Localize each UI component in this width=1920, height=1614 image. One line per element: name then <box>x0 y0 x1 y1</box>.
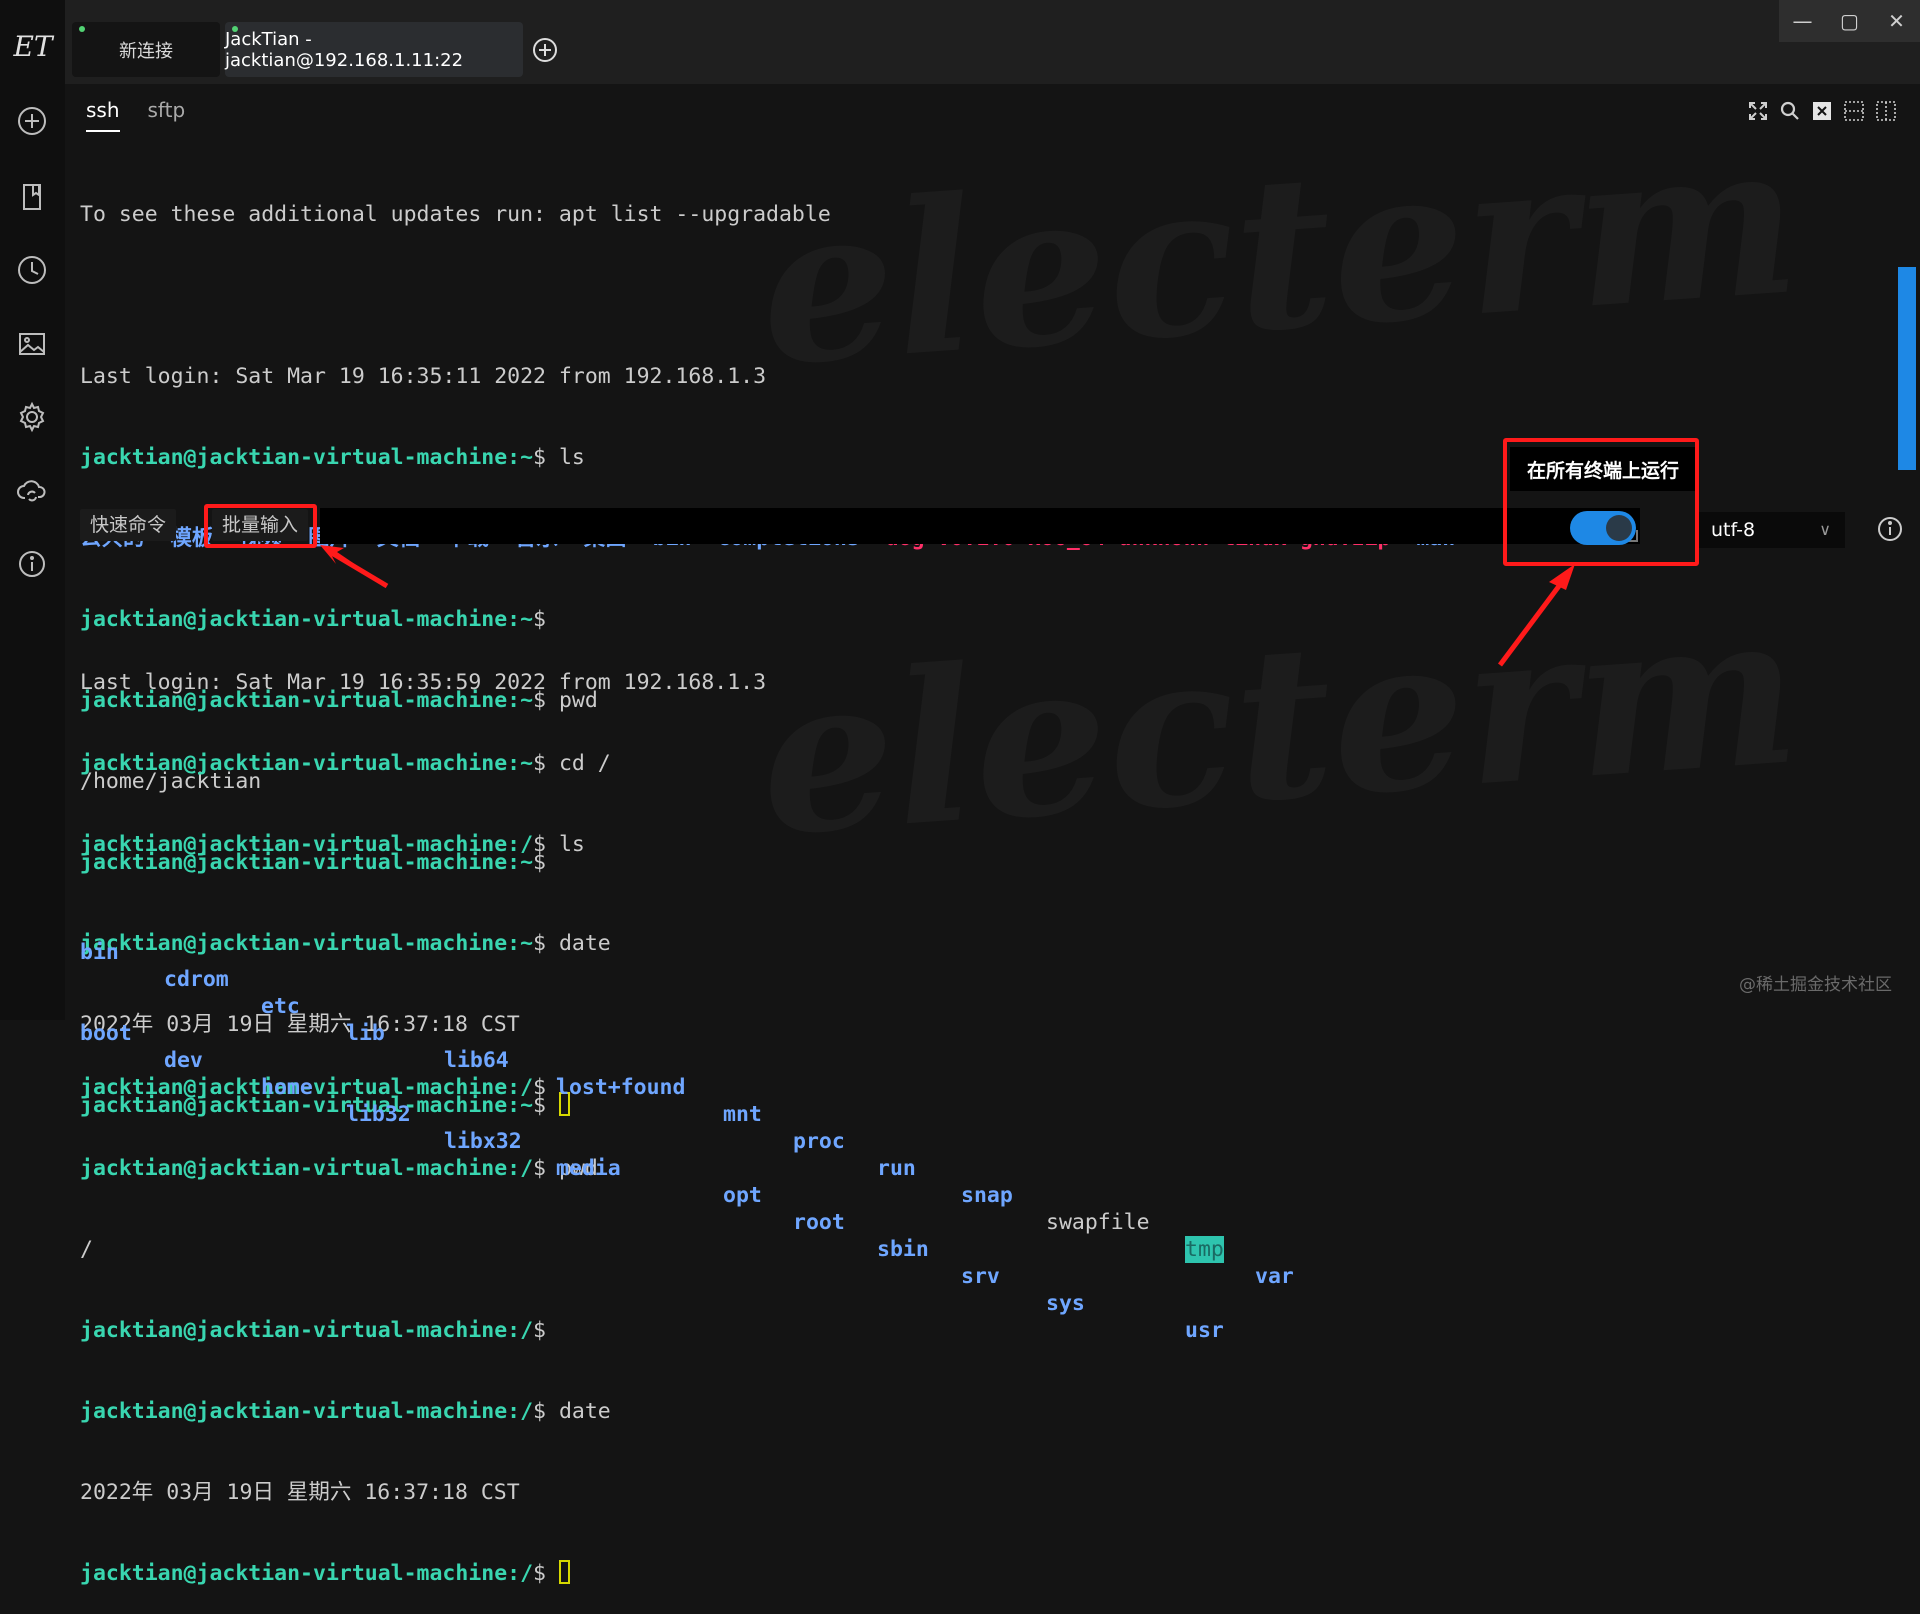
status-dot <box>232 26 238 32</box>
encoding-select[interactable]: utf-8 ∨ <box>1697 512 1845 548</box>
command: cd / <box>546 751 611 776</box>
terminal-line: Last login: Sat Mar 19 16:35:11 2022 fro… <box>80 364 767 389</box>
ls-output: tmp <box>1185 1236 1224 1263</box>
ls-output: media <box>556 1156 621 1181</box>
background-image-button[interactable] <box>12 324 52 364</box>
prompt: jacktian@jacktian-virtual-machine:~ <box>80 445 534 470</box>
ls-output: lib <box>346 1021 385 1046</box>
search-icon[interactable] <box>1779 100 1800 121</box>
ls-output: opt <box>723 1183 762 1208</box>
gear-icon <box>19 401 45 433</box>
command: date <box>546 1399 611 1424</box>
prompt-symbol: $ <box>533 751 546 776</box>
book-icon <box>23 184 41 210</box>
annotation-box-toggle <box>1503 438 1699 566</box>
ls-output: libx32 <box>444 1129 522 1154</box>
batch-input-field[interactable] <box>320 508 1640 544</box>
split-horizontal-icon[interactable] <box>1843 100 1864 121</box>
new-connection-button[interactable] <box>12 101 52 141</box>
terminal-scrollbar[interactable] <box>1898 267 1916 470</box>
ls-output: proc <box>793 1129 845 1154</box>
bookmarks-button[interactable] <box>12 177 52 217</box>
sidebar: ET <box>0 0 65 1020</box>
ls-output: dev <box>164 1048 203 1073</box>
prompt: jacktian@jacktian-virtual-machine:/ <box>80 1561 534 1586</box>
info-icon <box>19 551 45 577</box>
tab-label: 新连接 <box>119 40 173 62</box>
prompt: jacktian@jacktian-virtual-machine:/ <box>80 1318 534 1343</box>
prompt-symbol: $ <box>533 1399 546 1424</box>
close-button[interactable]: ✕ <box>1873 0 1920 42</box>
tab-bar: 新连接 JackTian - jacktian@192.168.1.11:22 <box>65 0 1920 84</box>
split-vertical-icon[interactable] <box>1875 100 1896 121</box>
annotation-box-batch-input <box>204 504 317 548</box>
ls-output: home <box>261 1075 313 1100</box>
minimize-button[interactable]: — <box>1779 0 1826 42</box>
prompt-symbol: $ <box>533 445 546 470</box>
terminal-bottom[interactable]: Last login: Sat Mar 19 16:35:59 2022 fro… <box>80 615 1294 1614</box>
tab-session[interactable]: JackTian - jacktian@192.168.1.11:22 <box>225 22 523 77</box>
terminal-cursor <box>558 1560 570 1584</box>
fullscreen-icon[interactable] <box>1747 100 1768 121</box>
terminal-toolbar <box>1747 100 1896 121</box>
cloud-sync-button[interactable] <box>12 471 52 511</box>
clock-icon <box>18 256 46 284</box>
window-controls: — ▢ ✕ <box>1779 0 1920 42</box>
prompt-symbol: $ <box>533 1561 546 1586</box>
history-button[interactable] <box>12 250 52 290</box>
terminal-line: / <box>80 1237 93 1262</box>
ls-output: usr <box>1185 1318 1224 1343</box>
plus-circle-icon <box>18 107 46 135</box>
command: ls <box>546 445 585 470</box>
ls-output: var <box>1255 1264 1294 1289</box>
prompt: jacktian@jacktian-virtual-machine:~ <box>80 751 534 776</box>
encoding-value: utf-8 <box>1711 519 1756 541</box>
prompt-symbol: $ <box>533 832 546 857</box>
ls-output: srv <box>961 1264 1000 1289</box>
chevron-down-icon: ∨ <box>1819 520 1831 539</box>
ls-output: lib64 <box>444 1048 509 1073</box>
quick-command-button[interactable]: 快速命令 <box>80 509 177 541</box>
prompt-symbol: $ <box>533 1156 546 1181</box>
terminal-line: Last login: Sat Mar 19 16:35:59 2022 fro… <box>80 670 767 695</box>
tab-label: JackTian - jacktian@192.168.1.11:22 <box>225 28 464 71</box>
info-icon[interactable] <box>1876 515 1904 543</box>
prompt: jacktian@jacktian-virtual-machine:/ <box>80 832 534 857</box>
tab-ssh[interactable]: ssh <box>86 98 120 132</box>
prompt-symbol: $ <box>533 1318 546 1343</box>
app-logo: ET <box>13 29 53 63</box>
ls-output: sbin <box>877 1237 929 1262</box>
cloud-sync-icon <box>17 480 46 502</box>
about-button[interactable] <box>12 544 52 584</box>
status-dot <box>79 26 85 32</box>
ls-output: lost+found <box>556 1075 686 1100</box>
ls-output: snap <box>961 1183 1013 1208</box>
session-subtabs: ssh sftp <box>86 98 185 132</box>
ls-output: cdrom <box>164 967 229 992</box>
prompt: jacktian@jacktian-virtual-machine:/ <box>80 1156 534 1181</box>
ls-output: mnt <box>723 1102 762 1127</box>
credit-watermark: @稀土掘金技术社区 <box>1739 975 1892 995</box>
ls-output: root <box>793 1210 845 1235</box>
ls-output: sys <box>1046 1291 1085 1316</box>
add-tab-icon[interactable] <box>531 36 559 64</box>
settings-button[interactable] <box>12 397 52 437</box>
prompt-symbol: $ <box>533 1075 546 1100</box>
ls-output: bin <box>80 940 119 965</box>
clear-icon[interactable] <box>1811 100 1832 121</box>
prompt: jacktian@jacktian-virtual-machine:/ <box>80 1399 534 1424</box>
image-icon <box>19 333 45 355</box>
ls-output: run <box>877 1156 916 1181</box>
maximize-button[interactable]: ▢ <box>1826 0 1873 42</box>
terminal-line: To see these additional updates run: apt… <box>80 202 831 227</box>
command: ls <box>546 832 585 857</box>
ls-output: swapfile <box>1046 1210 1150 1235</box>
tab-sftp[interactable]: sftp <box>148 98 186 132</box>
terminal-line: 2022年 03月 19日 星期六 16:37:18 CST <box>80 1480 520 1505</box>
tab-new-connection[interactable]: 新连接 <box>72 22 220 77</box>
ls-output: lib32 <box>346 1102 411 1127</box>
ls-output: boot <box>80 1021 132 1046</box>
